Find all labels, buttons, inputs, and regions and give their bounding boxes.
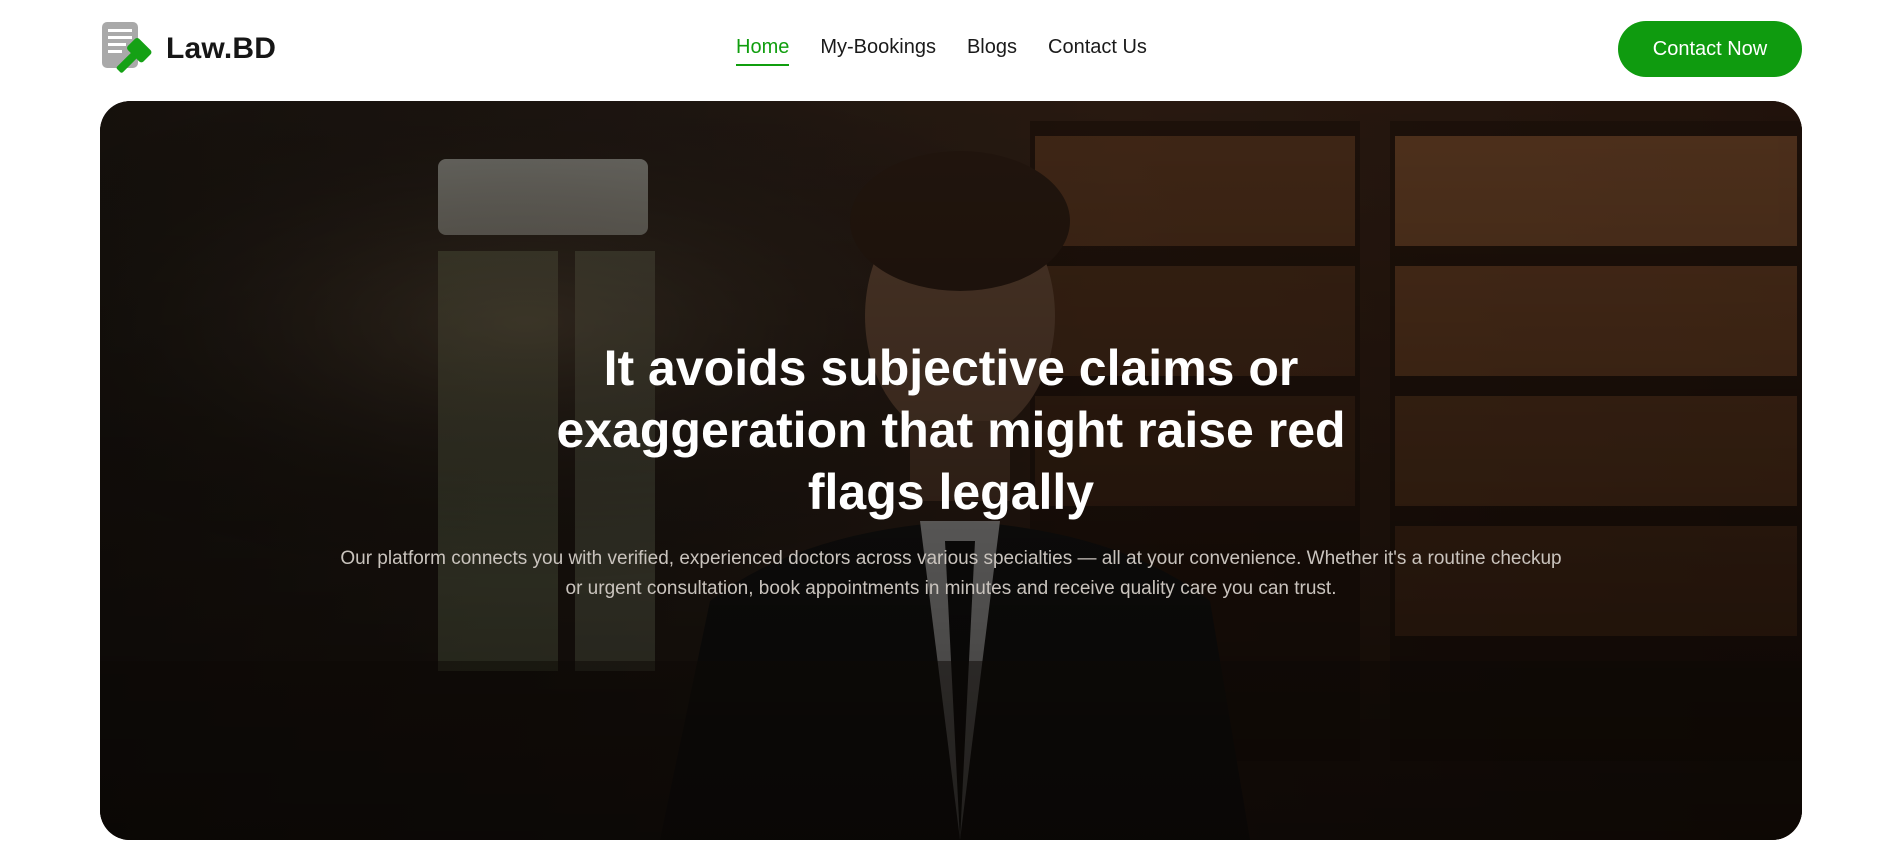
contact-now-button[interactable]: Contact Now <box>1618 21 1802 77</box>
nav-item-home[interactable]: Home <box>736 34 790 66</box>
site-header: Law.BD Home My-Bookings Blogs Contact Us… <box>0 0 1893 100</box>
hero-title: It avoids subjective claims or exaggerat… <box>556 340 1346 520</box>
hero-banner: It avoids subjective claims or exaggerat… <box>100 101 1802 840</box>
main-nav: Home My-Bookings Blogs Contact Us <box>736 34 1178 66</box>
gavel-document-icon <box>102 22 152 73</box>
nav-item-contact-us[interactable]: Contact Us <box>1048 34 1147 66</box>
nav-item-my-bookings[interactable]: My-Bookings <box>820 34 936 66</box>
brand-logo[interactable]: Law.BD <box>100 20 276 78</box>
brand-name: Law.BD <box>166 32 277 65</box>
hero-description: Our platform connects you with verified,… <box>340 548 1562 599</box>
nav-item-blogs[interactable]: Blogs <box>967 34 1017 66</box>
